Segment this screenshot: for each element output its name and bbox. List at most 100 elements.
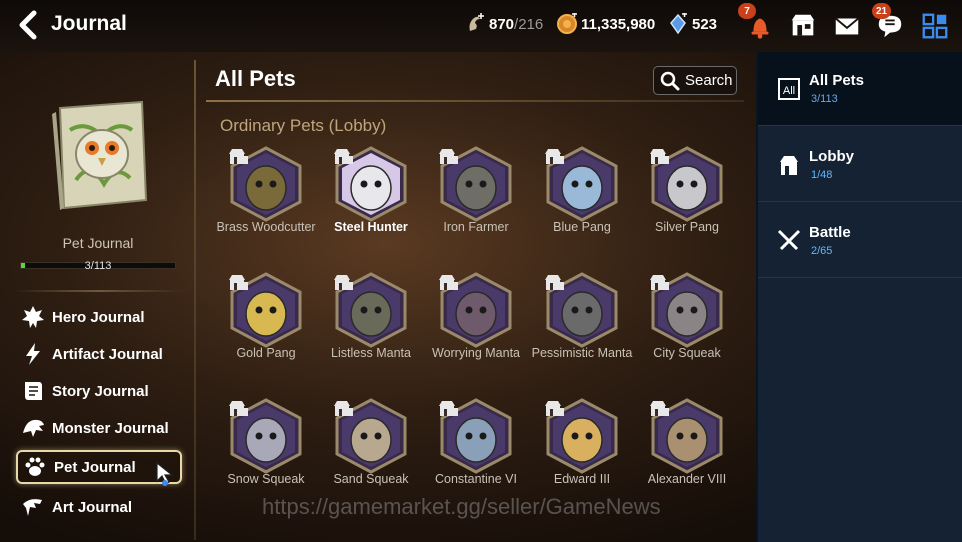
pet-name: Gold Pang	[236, 346, 296, 360]
pet-card[interactable]: Pessimistic Manta	[532, 272, 632, 394]
lobby-tag-icon	[545, 275, 564, 290]
pet-card[interactable]: Silver Pang	[641, 146, 733, 268]
lobby-tag-icon	[545, 401, 564, 416]
pet-name: Steel Hunter	[334, 220, 408, 234]
menu-label: Pet Journal	[54, 458, 136, 476]
stamina-display[interactable]: 870/216	[464, 13, 543, 35]
menu-artifact-journal[interactable]: Artifact Journal	[16, 337, 182, 371]
lobby-tag-icon	[439, 275, 458, 290]
mail-button[interactable]	[831, 10, 863, 42]
lobby-tag-icon	[334, 149, 353, 164]
menu-label: Monster Journal	[52, 419, 169, 437]
pet-name: Edward III	[553, 472, 611, 486]
pet-card[interactable]: Worrying Manta	[430, 272, 522, 394]
stamina-max: /216	[514, 15, 544, 33]
watermark-text: https://gamemarket.gg/seller/GameNews	[262, 494, 661, 519]
tab-count: 1/48	[811, 169, 833, 181]
tab-count: 2/65	[811, 245, 833, 257]
pet-name: Silver Pang	[655, 220, 719, 234]
lobby-tag-icon	[334, 275, 353, 290]
category-tabs: All All Pets 3/113 Lobby 1/48 Battle 2/6…	[756, 52, 962, 542]
monster-icon	[23, 419, 44, 437]
menu-button[interactable]	[919, 10, 951, 42]
pet-card[interactable]: Iron Farmer	[430, 146, 522, 268]
pet-card[interactable]: Blue Pang	[536, 146, 628, 268]
grid-menu-icon	[922, 13, 948, 39]
pet-name: Listless Manta	[331, 346, 411, 360]
all-icon: All	[778, 78, 800, 100]
crystal-icon	[670, 13, 687, 35]
tab-battle[interactable]: Battle 2/65	[758, 204, 962, 278]
menu-label: Art Journal	[52, 498, 133, 516]
story-icon	[25, 382, 42, 400]
svg-text:All: All	[783, 85, 795, 97]
journal-progress-text: 3/113	[84, 260, 112, 272]
menu-label: Story Journal	[52, 382, 149, 400]
header-underline	[206, 100, 744, 102]
pointer-cursor-icon	[156, 461, 174, 486]
paw-icon	[25, 457, 45, 476]
gold-coin-icon	[557, 13, 577, 34]
battle-icon	[777, 229, 801, 251]
lobby-tag-icon	[334, 401, 353, 416]
pet-card[interactable]: City Squeak	[641, 272, 733, 394]
pet-name: Alexander VIII	[647, 472, 727, 486]
shop-button[interactable]	[787, 10, 819, 42]
search-button[interactable]: Search	[653, 66, 737, 95]
crystal-display[interactable]: 523	[667, 13, 717, 35]
art-icon	[23, 499, 42, 516]
main-title: All Pets	[215, 66, 296, 91]
menu-monster-journal[interactable]: Monster Journal	[16, 411, 182, 445]
lobby-tag-icon	[229, 149, 248, 164]
pet-card[interactable]: Gold Pang	[220, 272, 312, 394]
tab-count: 3/113	[811, 93, 838, 105]
game-screen: Journal 870/216 11,335,980 523 7 21 Pet …	[0, 0, 962, 542]
store-icon	[791, 14, 815, 36]
lobby-tag-icon	[650, 149, 669, 164]
chat-badge: 21	[872, 3, 892, 19]
pet-name: City Squeak	[653, 346, 721, 360]
sidebar-divider	[14, 290, 184, 292]
lobby-tag-icon	[439, 149, 458, 164]
search-label: Search	[685, 72, 733, 89]
tab-all-pets[interactable]: All All Pets 3/113	[758, 52, 962, 126]
stamina-value: 870	[489, 15, 515, 33]
page-title: Journal	[51, 12, 127, 35]
pet-name: Worrying Manta	[432, 346, 520, 360]
lobby-tag-icon	[545, 149, 564, 164]
stamina-icon	[469, 13, 484, 31]
tab-lobby[interactable]: Lobby 1/48	[758, 128, 962, 202]
menu-story-journal[interactable]: Story Journal	[16, 374, 182, 408]
mail-icon	[835, 17, 859, 35]
hero-icon	[22, 306, 44, 328]
menu-art-journal[interactable]: Art Journal	[16, 490, 182, 524]
chevron-left-icon	[19, 10, 37, 40]
book-label: Pet Journal	[62, 235, 134, 251]
gold-display[interactable]: 11,335,980	[556, 13, 655, 35]
pet-card[interactable]: Brass Woodcutter	[216, 146, 316, 268]
pet-card[interactable]: Steel Hunter	[325, 146, 417, 268]
artifact-icon	[26, 343, 40, 365]
pet-card[interactable]: Listless Manta	[325, 272, 417, 394]
pet-journal-book-icon	[52, 100, 148, 210]
top-bar: Journal 870/216 11,335,980 523 7 21	[0, 0, 962, 52]
back-button[interactable]	[14, 10, 44, 40]
pet-name: Iron Farmer	[443, 220, 509, 234]
lobby-tag-icon	[650, 275, 669, 290]
lobby-tag-icon	[650, 401, 669, 416]
menu-label: Hero Journal	[52, 308, 145, 326]
pet-name: Sand Squeak	[333, 472, 409, 486]
pet-name: Pessimistic Manta	[531, 346, 633, 360]
pet-name: Snow Squeak	[227, 472, 305, 486]
notification-badge: 7	[738, 3, 756, 19]
menu-hero-journal[interactable]: Hero Journal	[16, 300, 182, 334]
section-title: Ordinary Pets (Lobby)	[220, 116, 387, 135]
panel-divider	[194, 60, 196, 540]
lobby-tag-icon	[439, 401, 458, 416]
tab-label: Battle	[809, 224, 851, 241]
gold-value: 11,335,980	[581, 15, 656, 33]
lobby-tag-icon	[229, 275, 248, 290]
tab-label: Lobby	[809, 148, 854, 165]
pet-name: Brass Woodcutter	[216, 220, 316, 234]
crystal-value: 523	[692, 15, 718, 33]
